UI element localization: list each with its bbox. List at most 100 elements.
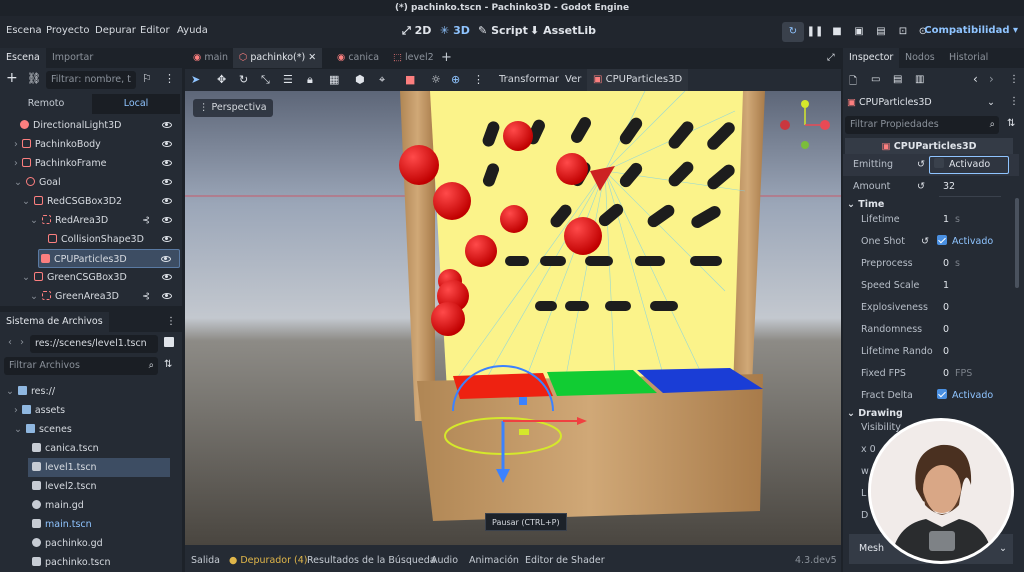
tab-scene-main[interactable]: ◉ main [187, 48, 234, 68]
fract-delta-checkbox[interactable]: Activado [937, 385, 993, 407]
script-attach-icon[interactable]: ⚐ [142, 72, 152, 85]
close-icon[interactable]: ✕ [308, 52, 316, 63]
visibility-eye-icon[interactable] [162, 179, 172, 185]
file-item-pachinko-tscn[interactable]: pachinko.tscn [32, 553, 176, 572]
preprocess-field[interactable]: 0s [943, 253, 960, 275]
mode-2d-button[interactable]: ⤢ 2D [402, 24, 431, 38]
file-item-main-tscn[interactable]: main.tscn [32, 515, 176, 534]
local-button[interactable]: Local [92, 94, 180, 114]
chevron-right-icon[interactable]: › [14, 405, 18, 416]
pause-button[interactable]: ❚❚ [804, 22, 826, 42]
view-menu[interactable]: Ver [565, 74, 581, 85]
select-tool-icon[interactable]: ➤ [191, 73, 200, 86]
tab-nodos[interactable]: Nodos [899, 48, 941, 68]
stop-button[interactable]: ■ [826, 22, 848, 42]
file-item-level1[interactable]: level1.tscn [28, 458, 170, 477]
tab-inspector[interactable]: Inspector [843, 48, 900, 68]
perspective-menu[interactable]: ⋮ Perspectiva [193, 99, 273, 117]
tab-scene-level2[interactable]: ⬚ level2 [387, 48, 440, 68]
scene-tree-menu-icon[interactable]: ⋮ [164, 72, 175, 85]
split-mode-icon[interactable] [164, 337, 174, 347]
tree-item-directionallight[interactable]: DirectionalLight3D [20, 116, 180, 135]
distraction-free-icon[interactable]: ⤢ [821, 48, 841, 68]
visibility-eye-icon[interactable] [162, 160, 172, 166]
visibility-eye-icon[interactable] [162, 141, 172, 147]
new-resource-icon[interactable]: 🗋︎ [849, 74, 857, 91]
plane-gizmo[interactable] [519, 429, 529, 435]
move-tool-icon[interactable]: ✥ [217, 73, 226, 86]
menu-proyecto[interactable]: Proyecto [46, 25, 89, 36]
back-icon[interactable]: ‹ [8, 337, 12, 348]
particles-menu[interactable]: ▣ CPUParticles3D [587, 69, 689, 91]
node-selector[interactable]: ▣ CPUParticles3D ⌄ [847, 94, 997, 112]
object-menu-icon[interactable]: ⋮ [1009, 96, 1019, 107]
axis-gizmo-y[interactable] [801, 100, 809, 108]
chevron-down-icon[interactable]: ⌄ [22, 196, 30, 207]
file-item-root[interactable]: ⌄ res:// [6, 382, 176, 401]
axis-gizmo-neg-x[interactable] [780, 120, 790, 130]
amount-value[interactable]: 32 [943, 176, 955, 198]
scene-filter-input[interactable]: Filtrar: nombre, t [46, 71, 136, 89]
menu-ayuda[interactable]: Ayuda [177, 25, 208, 36]
bottom-tab-search[interactable]: Resultados de la Búsqueda [307, 555, 436, 566]
tab-scene-pachinko[interactable]: ⬡ pachinko(*) ✕ [233, 48, 323, 68]
history-forward-icon[interactable]: › [989, 72, 994, 86]
visibility-eye-icon[interactable] [161, 256, 171, 262]
mode-3d-button[interactable]: ✳ 3D [440, 24, 470, 37]
dock-menu-icon[interactable]: ⋮ [166, 316, 176, 327]
chevron-down-icon[interactable]: ⌄ [6, 386, 14, 397]
visibility-eye-icon[interactable] [162, 274, 172, 280]
bottom-tab-audio[interactable]: Audio [431, 555, 458, 566]
lifetime-field[interactable]: 1s [943, 209, 960, 231]
list-tool-icon[interactable]: ☰ [283, 73, 293, 86]
tab-escena[interactable]: Escena [0, 48, 46, 68]
local-space-icon[interactable]: ⬢ [355, 73, 365, 86]
revert-icon[interactable]: ↺ [917, 176, 925, 198]
tree-item-cpuparticles[interactable]: CPUParticles3D [38, 249, 180, 268]
menu-editor[interactable]: Editor [140, 25, 170, 36]
axis-gizmo-z[interactable] [801, 141, 809, 149]
chevron-right-icon[interactable]: › [14, 158, 18, 169]
filter-options-icon[interactable]: ⇅ [1007, 118, 1015, 129]
transform-menu[interactable]: Transformar [499, 74, 559, 85]
tab-scene-canica[interactable]: ◉ canica [331, 48, 385, 68]
open-folder-icon[interactable]: ▭ [871, 74, 880, 85]
link-icon[interactable]: ⛓ [27, 72, 41, 85]
chevron-right-icon[interactable]: › [14, 139, 18, 150]
mode-assetlib-button[interactable]: ⬇ AssetLib [530, 24, 596, 37]
restart-scene-button[interactable]: ↻ [782, 22, 804, 42]
bottom-tab-animation[interactable]: Animación [469, 555, 519, 566]
explosiveness-field[interactable]: 0 [943, 297, 949, 319]
tree-item-pachinkoframe[interactable]: › PachinkoFrame [14, 154, 180, 173]
emitting-checkbox[interactable]: Activado [929, 156, 1009, 174]
chevron-down-icon[interactable]: ⌄ [30, 215, 38, 226]
visibility-eye-icon[interactable] [162, 236, 172, 242]
environment-icon[interactable]: ⊕ [451, 73, 460, 86]
add-tab-icon[interactable]: + [435, 48, 458, 68]
section-drawing[interactable]: ⌄ Drawing [847, 405, 903, 423]
file-filter-input[interactable]: Filtrar Archivos ⌕ [4, 357, 158, 375]
chevron-down-icon[interactable]: ⌄ [22, 272, 30, 283]
tree-item-collisionshape[interactable]: CollisionShape3D [48, 230, 180, 249]
lifetime-randomness-field[interactable]: 0 [943, 341, 949, 363]
signal-icon[interactable]: ⊰ [142, 287, 150, 306]
visibility-eye-icon[interactable] [162, 217, 172, 223]
visibility-eye-icon[interactable] [162, 122, 172, 128]
one-shot-checkbox[interactable]: Activado [937, 231, 993, 253]
tree-item-redcsgbox[interactable]: ⌄ RedCSGBox3D2 [22, 192, 180, 211]
viewport-3d[interactable]: ⋮ Perspectiva Pausar (CTRL+P) [185, 91, 841, 545]
sort-icon[interactable]: ⇅ [164, 359, 172, 370]
revert-icon[interactable]: ↺ [917, 154, 925, 176]
rotate-tool-icon[interactable]: ↻ [239, 73, 248, 86]
plane-gizmo-blue[interactable] [519, 397, 527, 405]
bottom-tab-debugger[interactable]: ● Depurador (4) [229, 555, 308, 566]
history-back-icon[interactable]: ‹ [973, 72, 978, 86]
property-filter-input[interactable]: Filtrar Propiedades ⌕ [845, 116, 999, 134]
scale-tool-icon[interactable]: ⤡ [261, 73, 270, 87]
chevron-down-icon[interactable]: ⌄ [14, 424, 22, 435]
tree-item-greenarea[interactable]: ⌄ GreenArea3D ⊰ [30, 287, 180, 306]
path-field[interactable]: res://scenes/level1.tscn [30, 335, 158, 353]
visibility-eye-icon[interactable] [162, 198, 172, 204]
add-node-icon[interactable]: + [6, 70, 18, 86]
file-item-scenes[interactable]: ⌄ scenes [14, 420, 176, 439]
